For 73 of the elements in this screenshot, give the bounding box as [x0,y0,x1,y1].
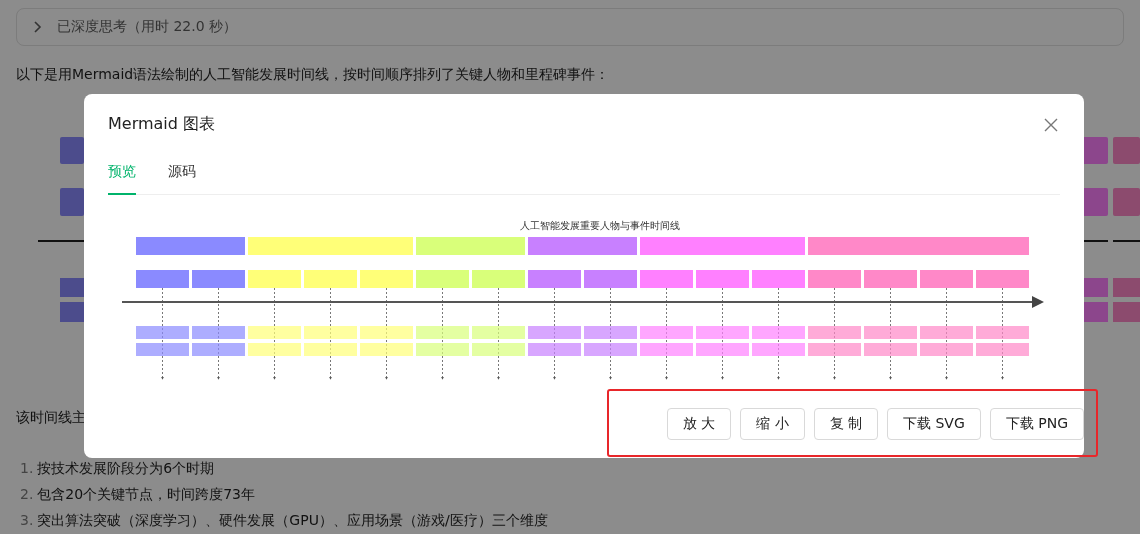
event-box [472,326,525,339]
event-box [696,343,749,356]
tab[interactable]: 源码 [168,155,196,195]
event-box [976,343,1029,356]
event-box [920,343,973,356]
event-box [976,326,1029,339]
event-box [304,326,357,339]
event-box [360,343,413,356]
action-button[interactable]: 复 制 [813,408,878,440]
event-box [640,326,693,339]
event-box [136,343,189,356]
year-box [864,270,917,288]
action-button[interactable]: 缩 小 [740,408,805,440]
action-button[interactable]: 放 大 [666,408,732,440]
background-event-box [60,277,84,298]
event-box [584,343,637,356]
year-box [528,270,581,288]
chevron-icon [33,21,43,33]
year-box [248,270,301,288]
event-box [696,326,749,339]
event-box [528,343,581,356]
event-box [808,326,861,339]
event-box [864,343,917,356]
event-box [584,326,637,339]
event-box [136,326,189,339]
event-box [248,343,301,356]
event-box [752,326,805,339]
event-box [472,343,525,356]
event-box [304,343,357,356]
year-box [584,270,637,288]
event-box [248,326,301,339]
year-box [472,270,525,288]
year-box [360,270,413,288]
event-box [192,343,245,356]
list-number: 1. [20,459,34,477]
close-icon [1044,117,1058,132]
event-box [528,326,581,339]
year-box [304,270,357,288]
event-box [360,326,413,339]
dialog-title: Mermaid 图表 [108,114,216,135]
background-event-box [1113,302,1140,322]
event-box [416,326,469,339]
summary-point: 包含20个关键节点，时间跨度73年 [37,485,255,503]
list-number: 3. [20,511,34,529]
year-box [976,270,1029,288]
event-box [192,326,245,339]
background-year-box [1113,188,1140,216]
diagram-title: 人工智能发展重要人物与事件时间线 [520,220,680,231]
year-box [192,270,245,288]
event-box [416,343,469,356]
summary-point: 突出算法突破（深度学习）、硬件发展（GPU）、应用场景（游戏/医疗）三个维度 [37,511,548,529]
background-event-box [1113,277,1140,298]
action-button[interactable]: 下载 SVG [887,408,981,440]
intro-text: 以下是用Mermaid语法绘制的人工智能发展时间线，按时间顺序排列了关键人物和里程碑事件： [16,65,611,84]
event-box [920,326,973,339]
background-year-box [60,188,84,216]
year-box [752,270,805,288]
event-box [752,343,805,356]
year-box [696,270,749,288]
action-button[interactable]: 下载 PNG [989,408,1084,440]
year-box [808,270,861,288]
list-number: 2. [20,485,34,503]
summary-text: 该时间线主 [16,409,86,427]
event-box [808,343,861,356]
year-box [640,270,693,288]
year-box [920,270,973,288]
event-box [864,326,917,339]
thinking-toggle[interactable]: 已深度思考（用时 22.0 秒） [16,8,1124,46]
event-box [640,343,693,356]
summary-point: 按技术发展阶段分为6个时期 [37,459,215,477]
year-box [136,270,189,288]
year-box [416,270,469,288]
background-event-box [60,302,84,322]
